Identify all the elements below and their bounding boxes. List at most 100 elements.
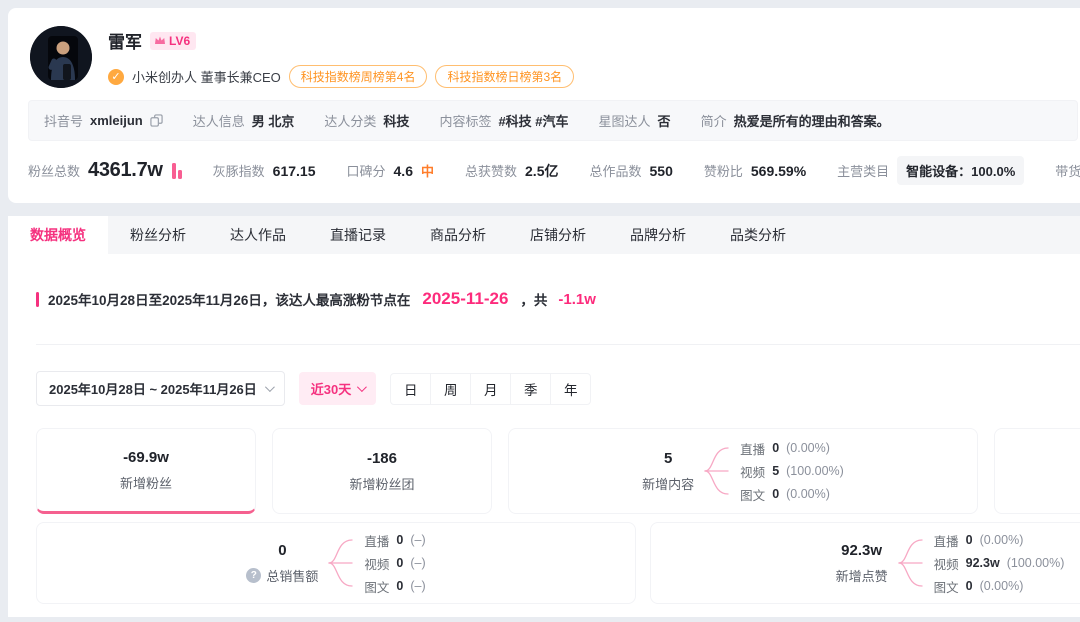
breakdown-label: 图文	[364, 577, 389, 596]
stat-label: 粉丝总数	[28, 161, 80, 180]
stat-value: 569.59%	[751, 163, 806, 179]
stat-commerce-info: 带货信息 品牌号	[1055, 156, 1080, 185]
info-label: 达人信息	[193, 111, 245, 130]
tab-shop-analysis[interactable]: 店铺分析	[508, 216, 608, 254]
unit-week[interactable]: 周	[430, 373, 471, 405]
metric-value: 5	[642, 450, 694, 467]
quick-range-last30days[interactable]: 近30天	[299, 372, 376, 405]
breakdown-image-text: 图文 0 (0.00%)	[740, 485, 844, 504]
unit-day[interactable]: 日	[390, 373, 431, 405]
chevron-down-icon	[357, 382, 367, 392]
info-label: 星图达人	[599, 111, 651, 130]
info-item-category: 达人分类 科技	[324, 111, 409, 130]
rank-badge-daily[interactable]: 科技指数榜日榜第3名	[435, 65, 574, 88]
date-range-value: 2025年10月28日 ~ 2025年11月26日	[49, 379, 257, 398]
breakdown-rows: 直播 0 (–) 视频 0 (–) 图文 0 (–)	[364, 531, 425, 596]
notice-peak-date: 2025-11-26	[419, 289, 511, 309]
metric-card-cutoff[interactable]	[994, 428, 1080, 514]
breakdown-label: 图文	[740, 485, 765, 504]
breakdown-value: 92.3w	[966, 556, 1000, 570]
stat-huitun-index: 灰豚指数 617.15	[213, 161, 316, 180]
breakdown-value: 0	[966, 533, 973, 547]
metric-label: 新增点赞	[836, 566, 888, 585]
breakdown-value: 0	[966, 579, 973, 593]
metric-card-new-content[interactable]: 5 新增内容 直播 0 (0.00%) 视频 5	[508, 428, 978, 514]
notice-mid-text: ，共	[520, 289, 547, 309]
section-divider	[36, 344, 1080, 345]
stat-value: 617.15	[273, 163, 316, 179]
info-item-xingtu: 星图达人 否	[599, 111, 671, 130]
tab-product-analysis[interactable]: 商品分析	[408, 216, 508, 254]
tab-category-analysis[interactable]: 品类分析	[708, 216, 808, 254]
unit-month[interactable]: 月	[470, 373, 511, 405]
date-range-picker[interactable]: 2025年10月28日 ~ 2025年11月26日	[36, 371, 285, 406]
time-unit-group: 日 周 月 季 年	[390, 373, 591, 405]
copy-icon[interactable]	[150, 114, 163, 127]
tab-brand-analysis[interactable]: 品牌分析	[608, 216, 708, 254]
fork-lines-icon	[898, 531, 924, 595]
info-item-bio: 简介 热爱是所有的理由和答案。	[701, 111, 890, 130]
profile-description: 小米创办人 董事长兼CEO	[132, 67, 281, 86]
breakdown-value: 0	[396, 556, 403, 570]
breakdown-value: 0	[396, 579, 403, 593]
tab-data-overview[interactable]: 数据概览	[8, 216, 108, 254]
metric-card-new-fan-club[interactable]: -186 新增粉丝团	[272, 428, 492, 514]
breakdown-connector	[704, 439, 730, 503]
category-pill[interactable]: 智能设备：100.0%	[897, 156, 1024, 185]
tab-bar: 数据概览 粉丝分析 达人作品 直播记录 商品分析 店铺分析 品牌分析 品类分析	[8, 216, 1080, 254]
stat-total-fans: 粉丝总数 4361.7w	[28, 159, 182, 182]
unit-year[interactable]: 年	[550, 373, 591, 405]
notice-peak-value: -1.1w	[556, 291, 596, 308]
breakdown-label: 视频	[740, 462, 765, 481]
help-icon[interactable]: ?	[246, 568, 261, 583]
breakdown-image-text: 图文 0 (–)	[364, 577, 425, 596]
profile-card: 雷军 LV6 ✓ 小米创办人 董事长兼CEO 科技指数榜周榜第4名 科技指数榜日…	[8, 8, 1080, 203]
stat-label: 灰豚指数	[213, 161, 265, 180]
info-value: 男 北京	[252, 111, 295, 130]
tab-live-records[interactable]: 直播记录	[308, 216, 408, 254]
rank-badge-weekly[interactable]: 科技指数榜周榜第4名	[289, 65, 428, 88]
info-value: 科技	[383, 111, 409, 130]
crown-icon	[154, 35, 166, 46]
breakdown-label: 直播	[364, 531, 389, 550]
breakdown-label: 视频	[364, 554, 389, 573]
tab-fan-analysis[interactable]: 粉丝分析	[108, 216, 208, 254]
breakdown-percent: (0.00%)	[786, 487, 830, 501]
stat-label: 总获赞数	[465, 161, 517, 180]
metric-cards-top-row: -69.9w 新增粉丝 -186 新增粉丝团 5 新增内容	[36, 428, 1080, 514]
metric-card-new-likes[interactable]: 92.3w 新增点赞 直播 0 (0.00%) 视频 92.3w	[650, 522, 1080, 604]
breakdown-percent: (100.00%)	[786, 464, 844, 478]
unit-quarter[interactable]: 季	[510, 373, 551, 405]
notice-text: 2025年10月28日至2025年11月26日，该达人最高涨粉节点在	[48, 289, 410, 309]
metric-label: 新增粉丝	[120, 473, 172, 492]
breakdown-percent: (–)	[410, 579, 425, 593]
profile-name: 雷军	[108, 28, 142, 53]
info-value: 否	[658, 111, 671, 130]
tab-talent-works[interactable]: 达人作品	[208, 216, 308, 254]
metric-label: 总销售额	[266, 566, 318, 585]
breakdown-percent: (0.00%)	[980, 533, 1024, 547]
metric-label: 新增内容	[642, 474, 694, 493]
info-value: 热爱是所有的理由和答案。	[734, 111, 890, 130]
metric-value: 0	[246, 542, 318, 559]
breakdown-live: 直播 0 (–)	[364, 531, 425, 550]
info-value: xmleijun	[90, 113, 143, 128]
breakdown-value: 0	[772, 487, 779, 501]
peak-fans-notice: 2025年10月28日至2025年11月26日，该达人最高涨粉节点在 2025-…	[36, 289, 1080, 309]
avatar-image	[30, 26, 92, 88]
breakdown-rows: 直播 0 (0.00%) 视频 92.3w (100.00%) 图文 0 (0.…	[934, 531, 1065, 596]
fork-lines-icon	[328, 531, 354, 595]
metric-card-new-fans[interactable]: -69.9w 新增粉丝	[36, 428, 256, 514]
fans-trend-chart-icon[interactable]	[172, 163, 182, 179]
stat-label: 带货信息	[1055, 161, 1080, 180]
info-label: 达人分类	[324, 111, 376, 130]
breakdown-percent: (0.00%)	[786, 441, 830, 455]
breakdown-video: 视频 5 (100.00%)	[740, 462, 844, 481]
metric-card-total-sales[interactable]: 0 ? 总销售额 直播 0 (–)	[36, 522, 636, 604]
stat-value: 550	[650, 163, 673, 179]
breakdown-label: 直播	[934, 531, 959, 550]
breakdown-label: 直播	[740, 439, 765, 458]
info-value: #科技 #汽车	[498, 111, 568, 130]
info-label: 简介	[701, 111, 727, 130]
info-item-douyin-id: 抖音号 xmleijun	[44, 111, 163, 130]
